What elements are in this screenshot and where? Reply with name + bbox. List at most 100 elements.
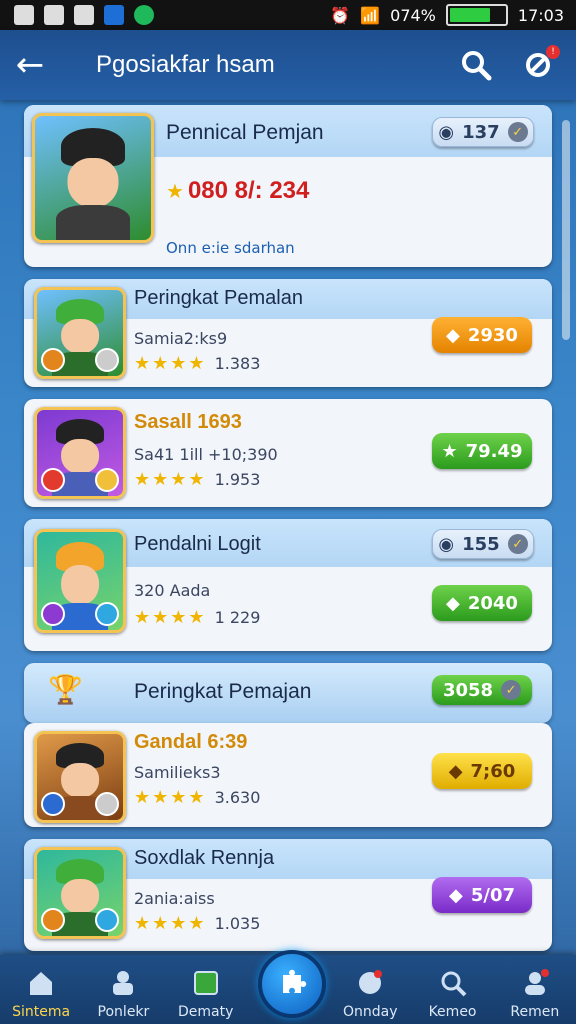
scrollbar[interactable]: [562, 120, 570, 340]
app-notification-icon: [134, 5, 154, 25]
points-value: 5/07: [470, 884, 515, 906]
sword-icon: [355, 968, 385, 998]
star-icon: ★: [188, 787, 205, 808]
player-name: Soxdlak Rennja: [134, 847, 275, 869]
player-subtitle: Samilieks3: [134, 763, 221, 782]
star-icon: ★: [134, 607, 151, 628]
app-notification-icon: [104, 5, 124, 25]
badge-count-value: 155: [462, 533, 500, 555]
star-icon: ★: [134, 787, 151, 808]
player-avatar: [34, 529, 126, 633]
notification-icon: [14, 5, 34, 25]
nav-label: Ponlekr: [97, 1004, 150, 1020]
battery-icon: [445, 4, 508, 26]
star-icon: ★: [188, 469, 205, 490]
points-value: 2930: [467, 324, 518, 346]
star-icon: ★: [170, 469, 187, 490]
star-icon: ★: [152, 353, 169, 374]
player-name: Pendalni Logit: [134, 533, 261, 555]
points-button[interactable]: ◆ 2930: [432, 317, 532, 353]
star-icon: ★: [170, 353, 187, 374]
featured-count-badge: ◉ 137 ✓: [432, 117, 534, 147]
nav-item-events[interactable]: Onnday: [330, 968, 410, 1024]
star-icon: ★: [152, 469, 169, 490]
player-avatar: [34, 731, 126, 823]
section-header: 🏆 Peringkat Pemajan 3058 ✓: [24, 663, 552, 723]
featured-subtitle: Onn e:ie sdarhan: [166, 239, 295, 257]
player-card[interactable]: Peringkat Pemalan Samia2:ks9 ★ ★ ★ ★ 1.383…: [24, 279, 552, 387]
player-rating: ★ ★ ★ ★ 1.035: [134, 913, 260, 934]
player-card[interactable]: Gandal 6:39 Samilieks3 ★ ★ ★ ★ 3.630 ◆ 7;6…: [24, 723, 552, 827]
nav-label: Kemeo: [428, 1004, 477, 1020]
player-name: Gandal 6:39: [134, 731, 248, 753]
nav-label: Dematy: [178, 1004, 234, 1020]
notification-badge: !: [546, 45, 560, 59]
player-subtitle: Sa41 1ill +10;390: [134, 445, 278, 464]
points-value: 79.49: [465, 440, 523, 462]
badge-count: ◉ 155 ✓: [432, 529, 534, 559]
section-count: 3058 ✓: [432, 675, 532, 705]
notification-icon: [74, 5, 94, 25]
star-icon: ★: [188, 607, 205, 628]
star-icon: ★: [134, 913, 151, 934]
player-rating: ★ ★ ★ ★ 3.630: [134, 787, 260, 808]
star-icon: ★: [152, 913, 169, 934]
nav-item-profile[interactable]: Remen: [495, 968, 575, 1024]
player-avatar: [34, 287, 126, 379]
home-icon: [26, 968, 56, 998]
star-icon: ★: [152, 787, 169, 808]
search-icon: [438, 968, 468, 998]
nav-item-search[interactable]: Kemeo: [413, 968, 493, 1024]
rating-value: 1 229: [214, 608, 261, 627]
player-card[interactable]: Soxdlak Rennja 2ania:aiss ★ ★ ★ ★ 1.035 ◆ …: [24, 839, 552, 951]
points-button[interactable]: ◆ 2040: [432, 585, 532, 621]
player-name: Sasall 1693: [134, 411, 242, 433]
star-icon: ★: [188, 353, 205, 374]
points-value: 7;60: [470, 760, 516, 782]
check-icon: ✓: [507, 534, 528, 554]
wifi-icon: 📶: [360, 5, 381, 25]
player-subtitle: Samia2:ks9: [134, 329, 228, 348]
section-count-value: 3058: [442, 679, 494, 701]
edit-icon: [191, 968, 221, 998]
back-button[interactable]: ←: [0, 30, 60, 100]
page-title: Pgosiakfar hsam: [96, 51, 275, 78]
rating-value: 3.630: [214, 788, 261, 807]
back-arrow-icon: ←: [15, 45, 45, 85]
notifications-button[interactable]: !: [516, 43, 560, 87]
gem-icon: ◉: [438, 533, 455, 555]
featured-avatar: [32, 113, 154, 243]
points-button[interactable]: ◆ 5/07: [432, 877, 532, 913]
clock: 17:03: [517, 5, 564, 25]
player-subtitle: 2ania:aiss: [134, 889, 215, 908]
nav-item-friends[interactable]: Ponlekr: [83, 968, 163, 1024]
player-name: Peringkat Pemalan: [134, 287, 303, 309]
search-icon: [462, 51, 492, 81]
puzzle-icon: [108, 968, 138, 998]
nav-label: Onnday: [343, 1004, 398, 1020]
player-card[interactable]: Pendalni Logit ◉ 155 ✓ 320 Aada ★ ★ ★ ★ 1 …: [24, 519, 552, 651]
player-card[interactable]: Sasall 1693 Sa41 1ill +10;390 ★ ★ ★ ★ 1.95…: [24, 399, 552, 507]
player-subtitle: 320 Aada: [134, 581, 211, 600]
points-button[interactable]: ◆ 7;60: [432, 753, 532, 789]
star-icon: ★: [170, 607, 187, 628]
star-icon: ★: [188, 913, 205, 934]
gem-icon: ◆: [449, 884, 463, 906]
nav-label: Remen: [510, 1004, 560, 1020]
nav-item-tasks[interactable]: Dematy: [166, 968, 246, 1024]
puzzle-icon: [283, 969, 307, 993]
star-icon: ★: [152, 607, 169, 628]
gem-icon: ◆: [446, 592, 460, 614]
center-action-button[interactable]: [258, 950, 326, 1018]
star-icon: ★: [166, 179, 184, 203]
search-button[interactable]: [454, 43, 498, 87]
player-rating: ★ ★ ★ ★ 1.953: [134, 469, 260, 490]
points-button[interactable]: ★ 79.49: [432, 433, 532, 469]
section-title: Peringkat Pemajan: [134, 680, 312, 703]
notification-icon: [44, 5, 64, 25]
trophy-icon: 🏆: [48, 673, 83, 706]
featured-count: 137: [462, 121, 500, 143]
featured-player-card[interactable]: Pennical Pemjan ◉ 137 ✓ ★ 080 8/: 234 On…: [24, 105, 552, 267]
nav-label: Sintema: [12, 1004, 71, 1020]
nav-item-home[interactable]: Sintema: [1, 968, 81, 1024]
